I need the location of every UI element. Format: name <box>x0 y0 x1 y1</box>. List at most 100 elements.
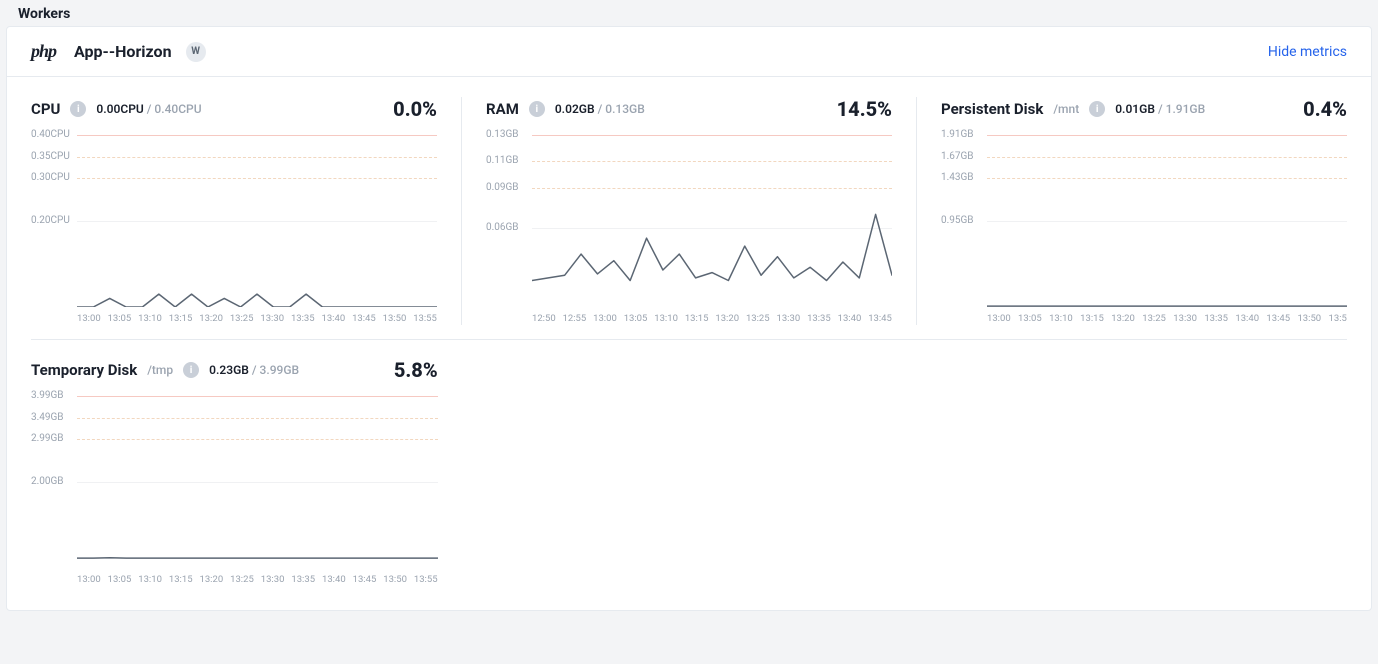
y-tick: 1.43GB <box>941 173 974 183</box>
x-tick: 13:5 <box>1329 313 1347 325</box>
x-tick: 13:30 <box>261 574 285 586</box>
x-tick: 13:25 <box>230 574 254 586</box>
x-tick: 13:30 <box>1173 313 1197 325</box>
y-tick: 1.91GB <box>941 130 974 140</box>
x-tick: 13:35 <box>291 313 315 325</box>
y-tick: 0.09GB <box>486 183 519 193</box>
metric-title: Temporary Disk <box>31 361 137 379</box>
x-tick: 13:20 <box>1111 313 1135 325</box>
x-tick: 13:45 <box>352 313 376 325</box>
card-header: php App--Horizon W Hide metrics <box>7 27 1371 77</box>
x-axis: 13:0013:0513:1013:1513:2013:2513:3013:35… <box>77 313 437 325</box>
worker-badge: W <box>186 42 206 62</box>
metric-subtitle: /tmp <box>147 363 173 377</box>
chart: 1.91GB1.67GB1.43GB0.95GB13:0013:0513:101… <box>941 135 1347 325</box>
x-tick: 13:50 <box>1297 313 1321 325</box>
metric-subtitle: /mnt <box>1053 102 1079 116</box>
plot-area <box>77 396 438 568</box>
workers-page: Workers php App--Horizon W Hide metrics … <box>0 0 1378 664</box>
x-axis: 13:0013:0513:1013:1513:2013:2513:3013:35… <box>987 313 1347 325</box>
x-tick: 13:45 <box>1266 313 1290 325</box>
x-tick: 13:00 <box>77 313 101 325</box>
x-tick: 13:35 <box>291 574 315 586</box>
y-tick: 0.20CPU <box>31 216 70 226</box>
metric-empty <box>462 358 917 586</box>
y-tick: 2.99GB <box>31 434 64 444</box>
y-tick: 3.49GB <box>31 413 64 423</box>
metric-title: CPU <box>31 100 60 118</box>
y-tick: 2.00GB <box>31 477 64 487</box>
x-tick: 13:05 <box>624 313 648 325</box>
info-icon[interactable]: i <box>183 362 199 378</box>
x-tick: 13:15 <box>685 313 709 325</box>
percentage: 0.0% <box>393 97 437 121</box>
workers-card: php App--Horizon W Hide metrics CPU i 0.00… <box>6 26 1372 611</box>
x-tick: 13:35 <box>1204 313 1228 325</box>
x-tick: 12:50 <box>532 313 556 325</box>
usage-text: 0.01GB / 1.91GB <box>1115 102 1205 116</box>
plot-area <box>532 135 892 307</box>
percentage: 5.8% <box>394 358 438 382</box>
plot-area <box>987 135 1347 307</box>
x-axis: 13:0013:0513:1013:1513:2013:2513:3013:35… <box>77 574 438 586</box>
chart: 0.13GB0.11GB0.09GB0.06GB12:5012:5513:001… <box>486 135 892 325</box>
x-tick: 13:00 <box>987 313 1011 325</box>
metric-persistent-disk: Persistent Disk/mnti0.01GB / 1.91GB0.4%1… <box>917 97 1347 325</box>
metric-header: Persistent Disk/mnti0.01GB / 1.91GB0.4% <box>941 97 1347 121</box>
x-tick: 13:10 <box>1049 313 1073 325</box>
x-tick: 13:05 <box>108 313 132 325</box>
metric-temp-disk: Temporary Disk/tmp i 0.23GB / 3.99GB 5.8% 3.… <box>31 358 462 586</box>
x-tick: 13:30 <box>260 313 284 325</box>
x-tick: 13:25 <box>746 313 770 325</box>
x-tick: 13:40 <box>838 313 862 325</box>
y-tick: 0.13GB <box>486 130 519 140</box>
x-tick: 13:05 <box>108 574 132 586</box>
percentage: 0.4% <box>1303 97 1347 121</box>
x-tick: 13:45 <box>868 313 892 325</box>
x-tick: 13:00 <box>593 313 617 325</box>
y-tick: 0.35CPU <box>31 152 70 162</box>
info-icon[interactable]: i <box>70 101 86 117</box>
x-tick: 12:55 <box>563 313 587 325</box>
section-title: Workers <box>18 6 70 22</box>
y-tick: 0.40CPU <box>31 130 70 140</box>
x-tick: 13:20 <box>199 313 223 325</box>
x-tick: 13:50 <box>383 574 407 586</box>
plot-area <box>77 135 437 307</box>
x-tick: 13:15 <box>169 574 193 586</box>
x-tick: 13:55 <box>414 574 438 586</box>
x-tick: 13:40 <box>322 313 346 325</box>
percentage: 14.5% <box>837 97 892 121</box>
x-tick: 13:50 <box>383 313 407 325</box>
metrics-row-1: CPU i 0.00CPU / 0.40CPU 0.0% 0.40CPU 0.35CPU 0… <box>31 97 1347 325</box>
metric-header: CPU i 0.00CPU / 0.40CPU 0.0% <box>31 97 437 121</box>
metric-cpu: CPU i 0.00CPU / 0.40CPU 0.0% 0.40CPU 0.35CPU 0… <box>31 97 461 325</box>
y-tick: 0.06GB <box>486 223 519 233</box>
x-tick: 13:10 <box>654 313 678 325</box>
x-tick: 13:20 <box>200 574 224 586</box>
y-tick: 0.95GB <box>941 216 974 226</box>
card-title: App--Horizon <box>74 42 172 61</box>
info-icon[interactable]: i <box>529 101 545 117</box>
metric-header: Temporary Disk/tmp i 0.23GB / 3.99GB 5.8% <box>31 358 438 382</box>
y-tick: 3.99GB <box>31 391 64 401</box>
metric-title: RAM <box>486 100 519 118</box>
y-tick: 1.67GB <box>941 152 974 162</box>
x-tick: 13:40 <box>1235 313 1259 325</box>
y-tick: 0.11GB <box>486 156 519 166</box>
x-axis: 12:5012:5513:0013:0513:1013:1513:2013:25… <box>532 313 892 325</box>
usage-text: 0.00CPU / 0.40CPU <box>96 102 201 116</box>
metric-ram: RAM i 0.02GB / 0.13GB 14.5% 0.13GB 0.11GB 0.09… <box>462 97 916 325</box>
x-tick: 13:30 <box>777 313 801 325</box>
hide-metrics-link[interactable]: Hide metrics <box>1268 44 1347 60</box>
x-tick: 13:15 <box>169 313 193 325</box>
x-tick: 13:45 <box>353 574 377 586</box>
usage-text: 0.02GB / 0.13GB <box>555 102 645 116</box>
x-tick: 13:05 <box>1018 313 1042 325</box>
x-tick: 13:55 <box>413 313 437 325</box>
info-icon[interactable]: i <box>1089 101 1105 117</box>
usage-text: 0.23GB / 3.99GB <box>209 363 299 377</box>
php-logo-icon: php <box>31 41 56 62</box>
card-body: CPU i 0.00CPU / 0.40CPU 0.0% 0.40CPU 0.35CPU 0… <box>7 77 1371 610</box>
x-tick: 13:10 <box>138 574 162 586</box>
